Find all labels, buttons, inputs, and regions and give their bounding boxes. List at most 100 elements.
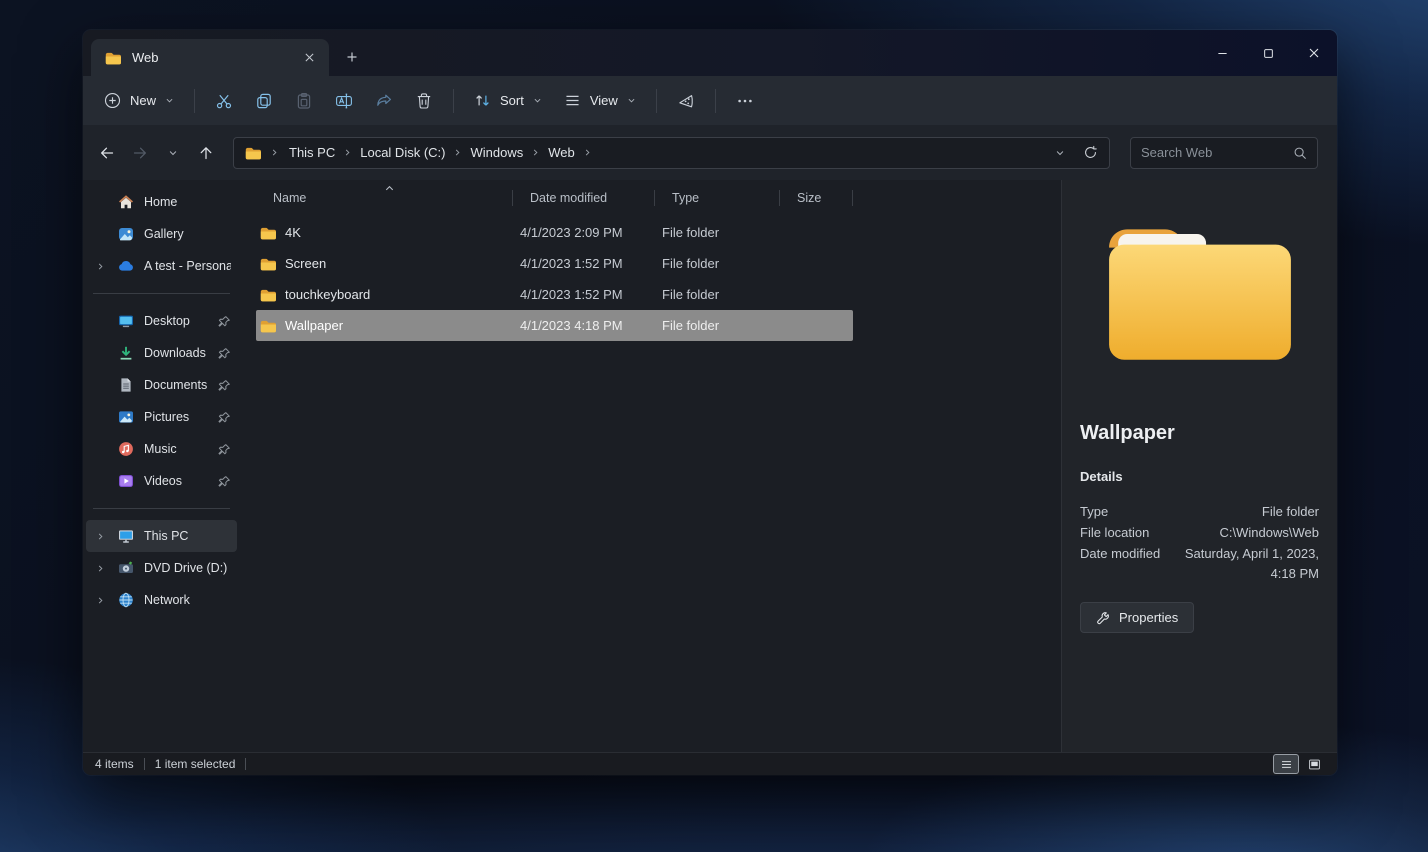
sidebar-item[interactable]: Network [86,584,237,616]
sidebar-item-label: Desktop [144,314,214,328]
file-type-cell: File folder [655,310,780,341]
file-name: Wallpaper [285,318,343,333]
sidebar-item[interactable]: Home [86,186,237,218]
detail-property-row: Date modified Saturday, April 1, 2023, 4… [1080,544,1319,584]
file-name-cell: Screen [256,248,513,279]
column-header-date-modified[interactable]: Date modified [513,184,655,212]
expand-chevron-icon[interactable] [96,262,105,271]
sidebar-top-group: Home Gallery [83,186,240,282]
breadcrumb-item[interactable]: Windows [463,142,530,163]
explorer-body: Home Gallery [83,180,1337,752]
toolbar-divider [656,89,657,113]
forward-button[interactable] [124,138,156,168]
file-row[interactable]: 4K 4/1/2023 2:09 PM File folder [256,217,853,248]
sidebar-item[interactable]: A test - Personal [86,250,237,282]
folder-sm-icon [260,318,276,334]
search-input[interactable] [1141,145,1293,160]
location-folder-icon [245,145,261,161]
pin-icon [218,379,231,392]
sidebar-item[interactable]: Documents [86,369,237,401]
rename-button[interactable] [324,84,364,118]
sort-button[interactable]: Sort [463,84,553,118]
maximize-button[interactable] [1245,30,1291,76]
sidebar-pinned-group: Desktop Downloads [83,305,240,497]
refresh-button[interactable] [1077,140,1103,166]
property-value: Saturday, April 1, 2023, 4:18 PM [1172,544,1319,584]
copy-button[interactable] [244,84,284,118]
file-size-cell [780,248,853,279]
downloads-icon [118,345,134,361]
details-view-button[interactable] [1274,755,1298,773]
sidebar-item[interactable]: Pictures [86,401,237,433]
file-row[interactable]: Wallpaper 4/1/2023 4:18 PM File folder [256,310,853,341]
breadcrumb-separator-icon [583,148,592,157]
paste-button[interactable] [284,84,324,118]
sidebar-item-label: A test - Personal [144,259,231,273]
properties-button[interactable]: Properties [1080,602,1194,633]
breadcrumb: This PC Local Disk (C:) Windows Web [282,142,593,163]
sidebar-item[interactable]: This PC [86,520,237,552]
file-date-cell: 4/1/2023 4:18 PM [513,310,655,341]
file-rows: 4K 4/1/2023 2:09 PM File folder Screen [256,217,1061,341]
close-icon [1308,47,1320,59]
sidebar-divider [93,293,230,294]
new-tab-button[interactable] [337,42,367,72]
view-toggles [1274,755,1326,773]
expand-chevron-icon[interactable] [96,532,105,541]
pizza-slice-icon [677,92,695,110]
sidebar-item[interactable]: Desktop [86,305,237,337]
up-button[interactable] [190,138,222,168]
recent-locations-button[interactable] [157,138,189,168]
sidebar-item[interactable]: DVD Drive (D:) CCC [86,552,237,584]
property-key: Type [1080,502,1162,522]
breadcrumb-item[interactable]: Web [541,142,582,163]
plus-circle-icon [104,92,121,109]
delete-button[interactable] [404,84,444,118]
app-extension-button[interactable] [666,84,706,118]
large-icons-view-button[interactable] [1302,755,1326,773]
expand-chevron-icon[interactable] [96,564,105,573]
back-button[interactable] [91,138,123,168]
column-header-name[interactable]: Name [256,184,513,212]
sidebar-item[interactable]: Music [86,433,237,465]
file-explorer-window: Web New [83,30,1337,775]
new-button[interactable]: New [93,84,185,118]
sidebar-item[interactable]: Downloads [86,337,237,369]
selected-count: 1 item selected [155,757,236,771]
see-more-button[interactable] [725,84,765,118]
rename-icon [335,92,353,110]
refresh-icon [1083,145,1098,160]
explorer-tab[interactable]: Web [91,39,329,76]
view-button[interactable]: View [553,84,647,118]
sidebar-item-label: Documents [144,378,214,392]
address-row: This PC Local Disk (C:) Windows Web [83,125,1337,180]
breadcrumb-item[interactable]: This PC [282,142,342,163]
breadcrumb-item[interactable]: Local Disk (C:) [353,142,452,163]
sidebar-item-label: Videos [144,474,214,488]
close-window-button[interactable] [1291,30,1337,76]
file-row[interactable]: touchkeyboard 4/1/2023 1:52 PM File fold… [256,279,853,310]
address-dropdown-button[interactable] [1047,140,1073,166]
search-box [1130,137,1318,169]
address-bar[interactable]: This PC Local Disk (C:) Windows Web [233,137,1110,169]
minimize-button[interactable] [1199,30,1245,76]
trash-icon [415,92,433,110]
details-properties: Type File folder File location C:\Window… [1080,502,1319,584]
tab-close-button[interactable] [297,46,321,70]
file-type-cell: File folder [655,217,780,248]
share-button[interactable] [364,84,404,118]
videos-icon [118,473,134,489]
ellipsis-icon [736,92,754,110]
command-toolbar: New Sort View [83,76,1337,125]
column-header-type[interactable]: Type [655,184,780,212]
file-row[interactable]: Screen 4/1/2023 1:52 PM File folder [256,248,853,279]
sidebar-item[interactable]: Videos [86,465,237,497]
desktop-icon [118,313,134,329]
toolbar-divider [453,89,454,113]
column-header-size[interactable]: Size [780,184,853,212]
expand-chevron-icon[interactable] [96,596,105,605]
cut-button[interactable] [204,84,244,118]
file-date-cell: 4/1/2023 1:52 PM [513,248,655,279]
sidebar-item[interactable]: Gallery [86,218,237,250]
items-count: 4 items [95,757,134,771]
